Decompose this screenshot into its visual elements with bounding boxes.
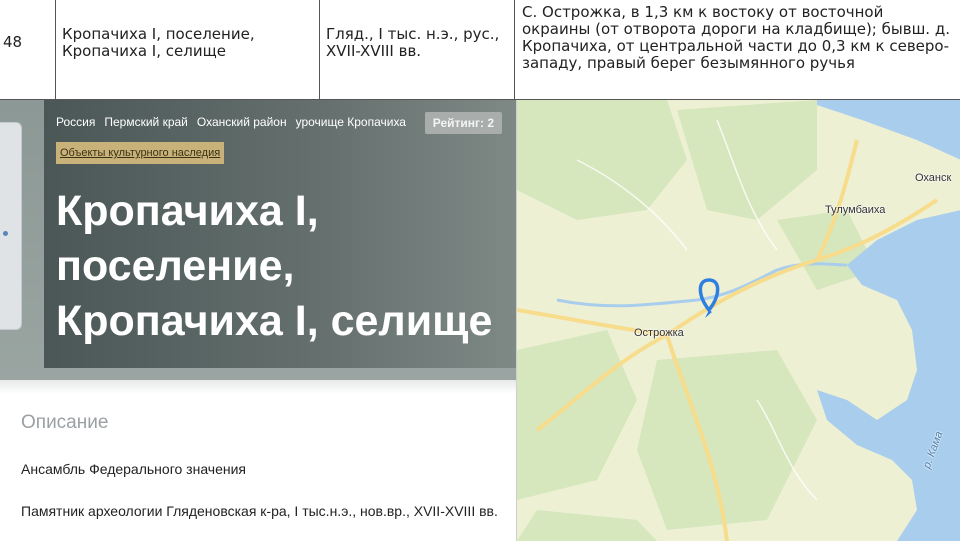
map-label-tulumbaikha: Тулумбаиха — [825, 204, 886, 216]
rating-badge: Рейтинг: 2 — [424, 112, 502, 134]
hero-banner: Россия Пермский край Оханский район уроч… — [0, 100, 516, 380]
breadcrumb-item-perm-krai[interactable]: Пермский край — [104, 115, 188, 129]
breadcrumb-item-kropachikha[interactable]: урочище Кропачиха — [296, 115, 406, 129]
map-view[interactable]: Оханск Тулумбаиха Острожка р. Кама — [516, 100, 960, 541]
breadcrumb: Россия Пермский край Оханский район уроч… — [56, 115, 406, 129]
table-cell-dating: Гляд., I тыс. н.э., рус., XVII-XVIII вв. — [326, 25, 500, 60]
map-canvas[interactable] — [517, 100, 960, 541]
hero-panel: Россия Пермский край Оханский район уроч… — [44, 100, 516, 368]
page-title: Кропачиха I, поселение, Кропачиха I, сел… — [56, 187, 493, 345]
category-tag-link[interactable]: Объекты культурного наследия — [56, 142, 225, 164]
table-cell-location: С. Острожка, в 1,3 км к востоку от восто… — [522, 3, 950, 72]
description-line: Ансамбль Федерального значения — [21, 461, 247, 477]
table-cell-object-name: Кропачиха I, поселение, Кропачиха I, сел… — [62, 25, 255, 60]
object-page: Россия Пермский край Оханский район уроч… — [0, 100, 516, 541]
table-cell-number: 48 — [3, 33, 23, 51]
description-heading: Описание — [21, 412, 109, 433]
breadcrumb-item-russia[interactable]: Россия — [56, 115, 95, 129]
map-label-ostrozhka: Острожка — [634, 327, 684, 339]
heritage-table-row: 48 Кропачиха I, поселение, Кропачиха I, … — [0, 0, 960, 100]
side-card-dot-icon — [3, 231, 8, 236]
description-line: Памятник археологии Гляденовская к-ра, I… — [21, 503, 498, 519]
map-label-okhansk: Оханск — [915, 172, 952, 184]
breadcrumb-item-okhansk-district[interactable]: Оханский район — [197, 115, 287, 129]
side-card[interactable] — [0, 122, 22, 330]
hero-divider — [0, 380, 516, 394]
